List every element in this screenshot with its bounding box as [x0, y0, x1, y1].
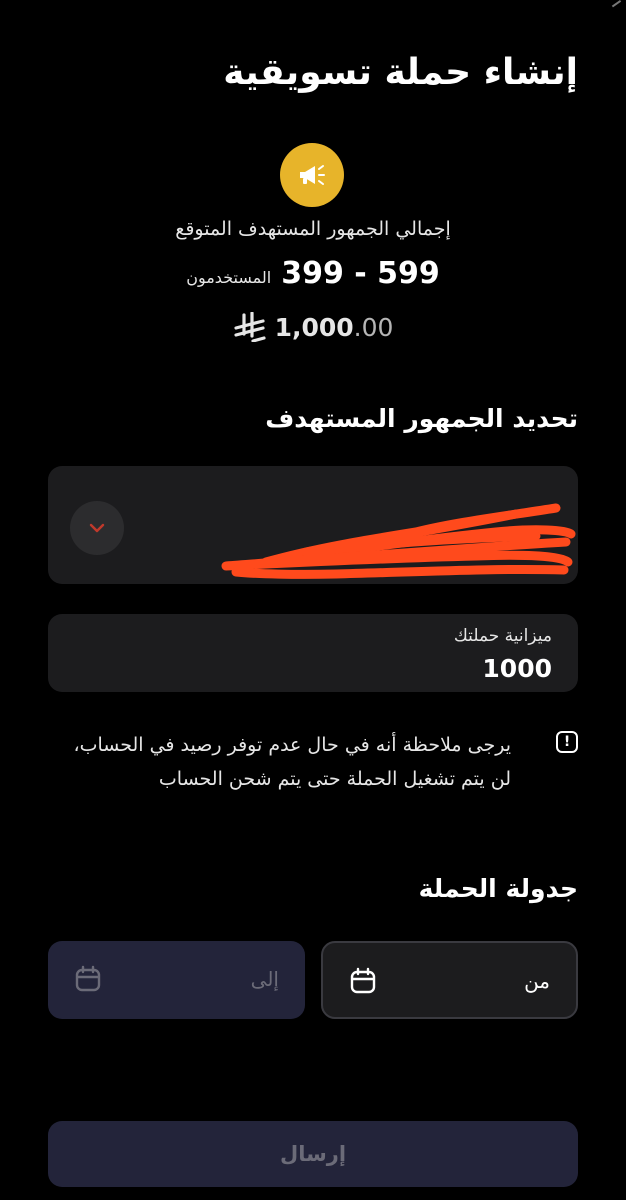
corner-mark	[611, 0, 625, 13]
audience-dropdown[interactable]	[48, 466, 578, 584]
megaphone-icon	[300, 165, 325, 185]
budget-decimal: .00	[353, 312, 394, 342]
reach-unit: المستخدمون	[186, 268, 272, 287]
start-date-picker[interactable]: من	[321, 941, 578, 1019]
submit-button[interactable]: إرسال	[48, 1121, 578, 1187]
budget-input-field[interactable]: ميزانية حملتك 1000	[48, 614, 578, 692]
schedule-section-title: جدولة الحملة	[418, 874, 578, 903]
audience-section-title: تحديد الجمهور المستهدف	[265, 404, 578, 433]
reach-range: 399 - 599	[281, 256, 440, 291]
calendar-icon	[350, 967, 376, 994]
budget-amount: 1,000.00	[275, 313, 394, 342]
balance-notice: يرجى ملاحظة أنه في حال عدم توفر رصيد في …	[73, 734, 511, 790]
dropdown-toggle[interactable]	[70, 501, 124, 555]
start-date-label: من	[524, 969, 550, 993]
riyal-symbol-icon	[233, 312, 266, 342]
calendar-icon	[75, 965, 101, 992]
reach-label: إجمالي الجمهور المستهدف المتوقع	[175, 218, 451, 240]
budget-summary: 1,000.00	[0, 312, 626, 342]
reach-row: 399 - 599 المستخدمون	[0, 256, 626, 291]
budget-whole: 1,000	[274, 312, 354, 342]
redaction-scribble	[221, 503, 576, 579]
budget-value[interactable]: 1000	[482, 654, 552, 683]
megaphone-badge	[280, 143, 344, 207]
page-title: إنشاء حملة تسويقية	[223, 52, 578, 93]
end-date-label: إلى	[250, 967, 279, 991]
end-date-picker[interactable]: إلى	[48, 941, 305, 1019]
exclamation-icon: !	[556, 731, 578, 753]
chevron-down-icon	[89, 523, 105, 533]
budget-label: ميزانية حملتك	[453, 626, 552, 646]
